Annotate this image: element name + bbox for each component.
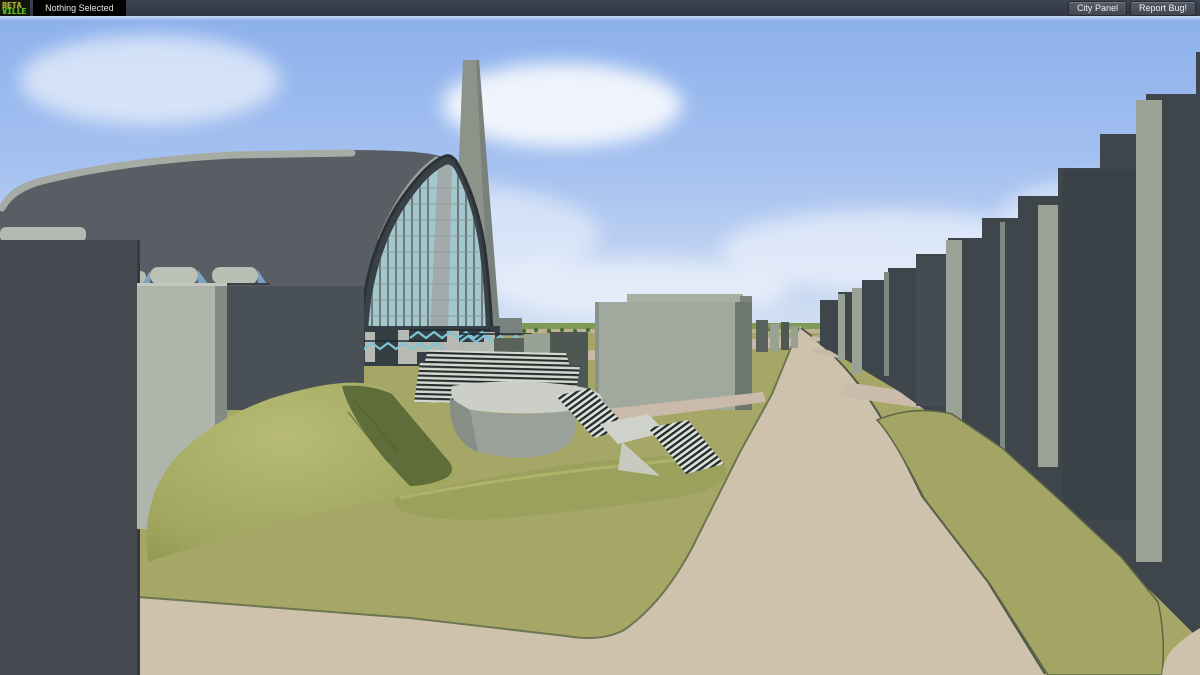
betaville-logo: BETA VILLE	[0, 0, 30, 16]
logo-text-ville: VILLE	[2, 8, 26, 15]
betaville-window: BETA VILLE Nothing Selected City Panel R…	[0, 0, 1200, 675]
city-panel-button[interactable]: City Panel	[1068, 1, 1127, 16]
top-menu-bar: BETA VILLE Nothing Selected City Panel R…	[0, 0, 1200, 16]
selection-status: Nothing Selected	[33, 0, 126, 16]
rooftop-slab	[0, 227, 86, 242]
3d-city-viewport[interactable]	[0, 0, 1200, 675]
foreground-building[interactable]	[0, 240, 140, 675]
report-bug-button[interactable]: Report Bug!	[1130, 1, 1196, 16]
